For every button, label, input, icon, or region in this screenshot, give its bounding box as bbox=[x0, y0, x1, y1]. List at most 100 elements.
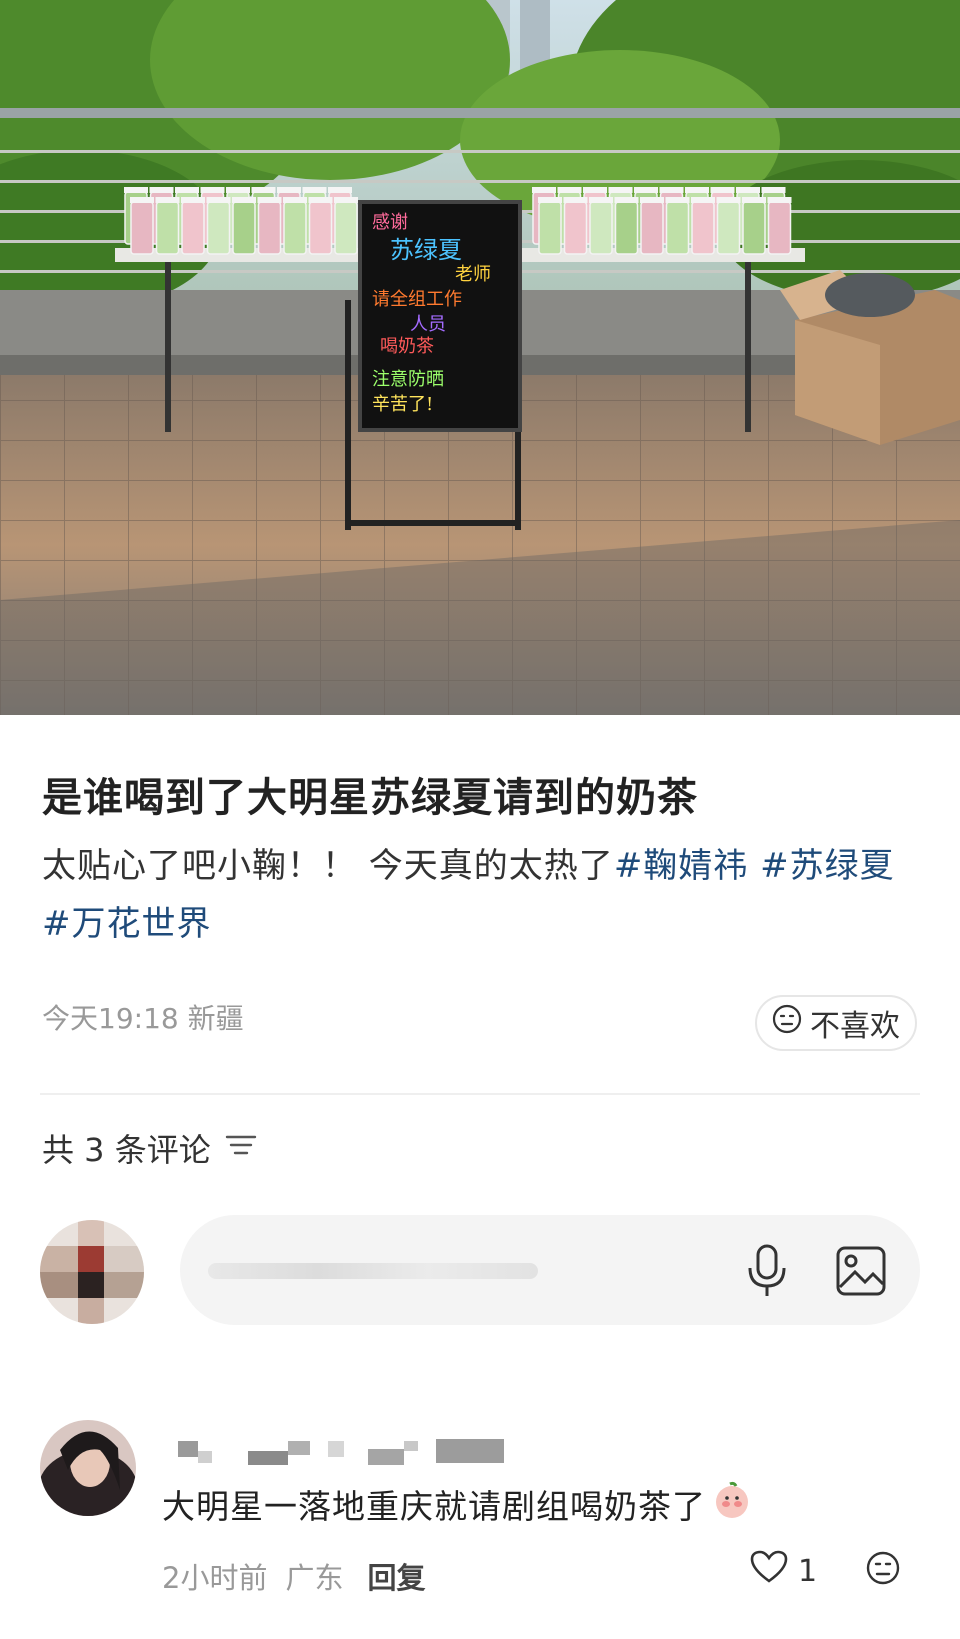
commenter-name-obscured[interactable] bbox=[178, 1435, 538, 1467]
cup-lid-shape bbox=[665, 197, 690, 203]
reply-button[interactable]: 回复 bbox=[367, 1555, 425, 1597]
dislike-label: 不喜欢 bbox=[810, 1009, 900, 1044]
board-text-line: 苏绿夏 bbox=[390, 236, 462, 264]
cup-lid-shape bbox=[124, 187, 148, 193]
cup-shape bbox=[232, 201, 256, 255]
cup-shape bbox=[767, 201, 792, 255]
cup-lid-shape bbox=[767, 197, 792, 203]
cup-shape bbox=[130, 201, 154, 255]
cup-lid-shape bbox=[251, 187, 276, 193]
microphone-icon[interactable] bbox=[745, 1243, 789, 1303]
board-text-line: 喝奶茶 bbox=[380, 336, 434, 357]
cup-lid-shape bbox=[200, 187, 225, 193]
cup-lid-shape bbox=[736, 187, 760, 193]
cup-shape bbox=[716, 201, 741, 255]
heart-icon bbox=[750, 1550, 788, 1592]
peach-emoji-icon bbox=[712, 1480, 752, 1528]
cup-lid-shape bbox=[742, 197, 766, 203]
cup-shape bbox=[665, 201, 690, 255]
cup-lid-shape bbox=[538, 197, 562, 203]
cup-lid-shape bbox=[130, 197, 154, 203]
cup-shape bbox=[155, 201, 180, 255]
comment-body: 大明星一落地重庆就请剧组喝奶茶了 bbox=[162, 1487, 706, 1526]
cup-lid-shape bbox=[685, 187, 709, 193]
cup-shape bbox=[283, 201, 307, 255]
tag-sulvxia[interactable]: #苏绿夏 bbox=[760, 846, 895, 886]
cup-lid-shape bbox=[761, 187, 786, 193]
dislike-button[interactable]: 不喜欢 bbox=[755, 995, 917, 1051]
cup-shape bbox=[538, 201, 562, 255]
commenter-avatar[interactable] bbox=[40, 1420, 136, 1516]
like-count: 1 bbox=[798, 1553, 818, 1589]
comment-placeholder bbox=[208, 1263, 538, 1279]
cup-lid-shape bbox=[283, 197, 307, 203]
post-meta: 今天19:18 新疆 bbox=[42, 997, 244, 1037]
cup-lid-shape bbox=[659, 187, 684, 193]
cup-lid-shape bbox=[175, 187, 199, 193]
board-text-line: 辛苦了! bbox=[372, 394, 433, 415]
cup-lid-shape bbox=[583, 187, 607, 193]
comments-count-label: 共 3 条评论 bbox=[42, 1131, 211, 1169]
post-time: 今天19:18 bbox=[42, 1002, 179, 1035]
cup-lid-shape bbox=[640, 197, 664, 203]
tag-wanhuashijie[interactable]: #万花世界 bbox=[42, 904, 212, 944]
post-title: 是谁喝到了大明星苏绿夏请到的奶茶 bbox=[42, 775, 698, 821]
cup-lid-shape bbox=[308, 197, 333, 203]
post-photo[interactable]: 感谢苏绿夏 老师请全组工作人员 喝奶茶注意防晒辛苦了! bbox=[0, 0, 960, 715]
cup-shape bbox=[334, 201, 358, 255]
comments-header[interactable]: 共 3 条评论 bbox=[42, 1125, 257, 1171]
comment-meta: 2小时前 广东 回复 bbox=[162, 1555, 425, 1597]
cup-lid-shape bbox=[334, 197, 358, 203]
cup-shape bbox=[181, 201, 205, 255]
comment-input[interactable] bbox=[180, 1215, 920, 1325]
cup-lid-shape bbox=[563, 197, 588, 203]
cup-shape bbox=[742, 201, 766, 255]
cup-lid-shape bbox=[557, 187, 582, 193]
comment-time: 2小时前 bbox=[162, 1561, 268, 1595]
cup-shape bbox=[257, 201, 282, 255]
cup-shape bbox=[691, 201, 715, 255]
comment-text: 大明星一落地重庆就请剧组喝奶茶了 bbox=[162, 1480, 752, 1528]
cup-shape bbox=[640, 201, 664, 255]
post-location: 新疆 bbox=[187, 1002, 244, 1035]
post-body-text: 太贴心了吧小鞠！！ 今天真的太热了 bbox=[42, 846, 614, 886]
cup-lid-shape bbox=[589, 197, 613, 203]
cup-shape bbox=[206, 201, 231, 255]
cup-lid-shape bbox=[257, 197, 282, 203]
board-text-line: 老师 bbox=[455, 264, 491, 285]
cup-lid-shape bbox=[149, 187, 174, 193]
cup-shape bbox=[614, 201, 639, 255]
cup-lid-shape bbox=[608, 187, 633, 193]
cup-shape bbox=[308, 201, 333, 255]
tag-jujingyi[interactable]: #鞠婧祎 bbox=[614, 846, 749, 886]
cup-lid-shape bbox=[277, 187, 301, 193]
cup-lid-shape bbox=[710, 187, 735, 193]
cup-lid-shape bbox=[328, 187, 352, 193]
cup-lid-shape bbox=[206, 197, 231, 203]
sort-icon[interactable] bbox=[225, 1129, 257, 1167]
board-text-line: 请全组工作 bbox=[372, 289, 462, 310]
comment-location: 广东 bbox=[285, 1561, 344, 1595]
board-text-line: 感谢 bbox=[372, 212, 408, 233]
cup-lid-shape bbox=[716, 197, 741, 203]
like-button[interactable]: 1 bbox=[750, 1550, 817, 1592]
cup-lid-shape bbox=[302, 187, 327, 193]
cup-lid-shape bbox=[634, 187, 658, 193]
reaction-face-icon[interactable] bbox=[865, 1550, 901, 1590]
cup-lid-shape bbox=[532, 187, 556, 193]
my-avatar[interactable] bbox=[40, 1220, 144, 1324]
board-text-line: 注意防晒 bbox=[372, 369, 444, 390]
cup-lid-shape bbox=[155, 197, 180, 203]
divider bbox=[40, 1093, 920, 1095]
neutral-face-icon bbox=[772, 1004, 802, 1042]
cup-lid-shape bbox=[181, 197, 205, 203]
cup-shape bbox=[589, 201, 613, 255]
cup-lid-shape bbox=[614, 197, 639, 203]
board-text-line: 人员 bbox=[410, 314, 446, 335]
image-icon[interactable] bbox=[835, 1245, 887, 1301]
photo-scene: 感谢苏绿夏老师请全组工作人员喝奶茶注意防晒辛苦了! bbox=[0, 0, 960, 715]
post-body: 太贴心了吧小鞠！！ 今天真的太热了#鞠婧祎 #苏绿夏 #万花世界 bbox=[42, 837, 922, 953]
cup-lid-shape bbox=[691, 197, 715, 203]
cup-lid-shape bbox=[226, 187, 250, 193]
cup-lid-shape bbox=[232, 197, 256, 203]
